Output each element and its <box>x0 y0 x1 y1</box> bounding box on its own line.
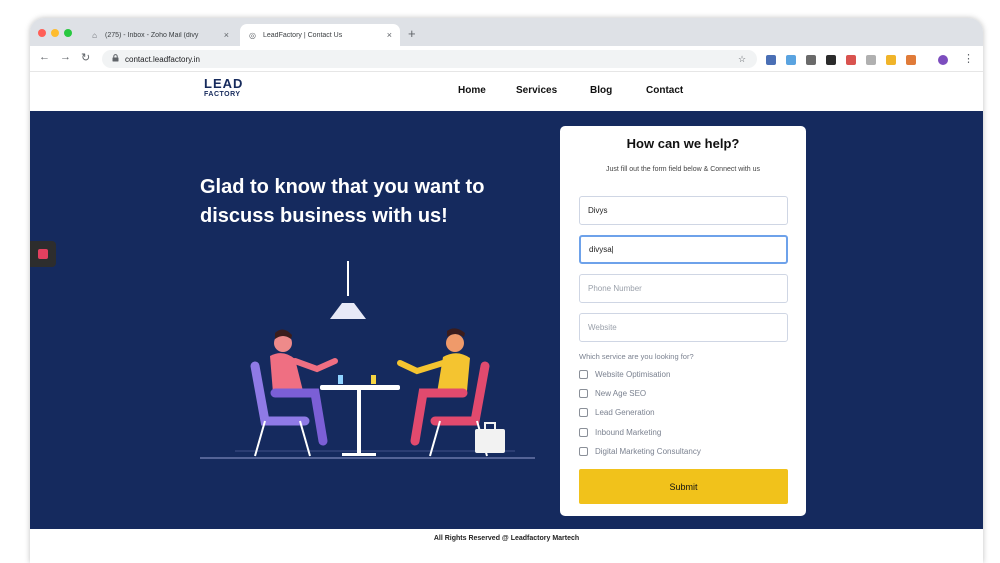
widget-icon <box>38 249 48 259</box>
nav-home[interactable]: Home <box>458 85 486 96</box>
website-placeholder: Website <box>588 323 617 332</box>
new-tab-button[interactable]: + <box>408 26 416 41</box>
extension-icon[interactable] <box>906 55 916 65</box>
side-widget-button[interactable] <box>30 241 56 267</box>
service-question: Which service are you looking for? <box>579 352 694 361</box>
extension-icon[interactable] <box>826 55 836 65</box>
close-icon[interactable]: × <box>387 30 392 40</box>
email-value: divysa| <box>589 245 614 254</box>
tab-zoho-mail[interactable]: ⌂ (275) - Inbox - Zoho Mail (divy × <box>82 24 237 46</box>
website-field[interactable]: Website <box>579 313 788 342</box>
minimize-window-button[interactable] <box>51 29 59 37</box>
checkbox[interactable] <box>579 427 588 437</box>
hero-section: Glad to know that you want to discuss bu… <box>30 111 983 529</box>
extension-icon[interactable] <box>846 55 856 65</box>
forward-icon[interactable]: → <box>60 51 71 63</box>
service-option-lead-generation[interactable]: Lead Generation <box>579 406 655 418</box>
contact-form-card: How can we help? Just fill out the form … <box>560 126 806 516</box>
meeting-illustration <box>200 261 535 459</box>
service-label: New Age SEO <box>595 388 647 398</box>
checkbox[interactable] <box>579 369 588 379</box>
service-option-new-age-seo[interactable]: New Age SEO <box>579 387 646 399</box>
back-icon[interactable]: ← <box>39 51 50 63</box>
extension-icon[interactable] <box>886 55 896 65</box>
profile-avatar[interactable] <box>938 55 948 65</box>
submit-button[interactable]: Submit <box>579 469 788 504</box>
email-field[interactable]: divysa| <box>579 235 788 264</box>
close-window-button[interactable] <box>38 29 46 37</box>
close-icon[interactable]: × <box>224 30 229 40</box>
phone-placeholder: Phone Number <box>588 284 642 293</box>
zoho-mail-icon: ⌂ <box>92 30 97 40</box>
service-label: Inbound Marketing <box>595 427 662 437</box>
browser-toolbar: ← → ↻ contact.leadfactory.in ☆ ⋮ <box>30 46 983 72</box>
address-bar[interactable]: contact.leadfactory.in <box>102 50 757 68</box>
reload-icon[interactable]: ↻ <box>81 51 90 64</box>
name-field[interactable]: Divys <box>579 196 788 225</box>
maximize-window-button[interactable] <box>64 29 72 37</box>
service-label: Lead Generation <box>595 407 655 417</box>
site-footer: All Rights Reserved @ Leadfactory Martec… <box>30 529 983 551</box>
checkbox[interactable] <box>579 388 588 398</box>
service-option-digital-marketing-consultancy[interactable]: Digital Marketing Consultancy <box>579 445 701 457</box>
service-option-website-optimisation[interactable]: Website Optimisation <box>579 368 670 380</box>
service-option-inbound-marketing[interactable]: Inbound Marketing <box>579 426 661 438</box>
leadfactory-logo[interactable]: LEAD FACTORY <box>204 76 244 100</box>
logo-line-2: FACTORY <box>204 91 241 98</box>
hero-headline: Glad to know that you want to discuss bu… <box>200 176 485 227</box>
browser-window: ⌂ (275) - Inbox - Zoho Mail (divy × ◎ Le… <box>30 18 983 563</box>
tab-strip: ⌂ (275) - Inbox - Zoho Mail (divy × ◎ Le… <box>30 18 983 46</box>
checkbox[interactable] <box>579 446 588 456</box>
tab-title: LeadFactory | Contact Us <box>263 31 343 39</box>
extension-icon[interactable] <box>866 55 876 65</box>
extension-icon[interactable] <box>786 55 796 65</box>
url-text: contact.leadfactory.in <box>125 54 201 64</box>
checkbox[interactable] <box>579 407 588 417</box>
extension-icon[interactable] <box>766 55 776 65</box>
phone-field[interactable]: Phone Number <box>579 274 788 303</box>
nav-blog[interactable]: Blog <box>590 85 612 96</box>
form-title: How can we help? <box>626 136 740 151</box>
bookmark-star-icon[interactable]: ☆ <box>738 54 746 65</box>
site-header: LEAD FACTORY Home Services Blog Contact <box>30 72 983 111</box>
form-subtitle: Just fill out the form field below & Con… <box>605 166 761 173</box>
service-label: Digital Marketing Consultancy <box>595 446 701 456</box>
lock-icon <box>112 54 119 64</box>
tab-title: (275) - Inbox - Zoho Mail (divy <box>105 31 199 39</box>
leadfactory-icon: ◎ <box>249 30 256 40</box>
browser-menu-icon[interactable]: ⋮ <box>963 52 974 65</box>
nav-contact[interactable]: Contact <box>646 85 683 96</box>
name-value: Divys <box>588 206 608 215</box>
service-label: Website Optimisation <box>595 369 671 379</box>
extension-icon[interactable] <box>806 55 816 65</box>
nav-services[interactable]: Services <box>516 85 557 96</box>
tab-leadfactory[interactable]: ◎ LeadFactory | Contact Us × <box>240 24 400 46</box>
logo-line-1: LEAD <box>204 76 244 91</box>
